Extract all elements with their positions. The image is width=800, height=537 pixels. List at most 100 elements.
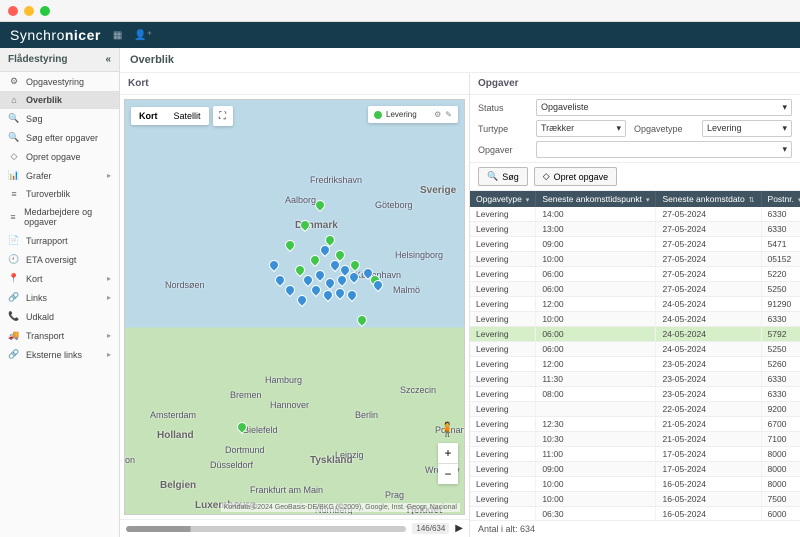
table-row[interactable]: Levering09:0027-05-20245471Odense SØAfve… (470, 237, 800, 252)
map-pin-delivery[interactable] (143, 513, 157, 515)
fullscreen-icon[interactable]: ⛶ (213, 106, 233, 126)
close-window-icon[interactable] (8, 6, 18, 16)
timeline-play-icon[interactable]: ▶ (455, 523, 463, 534)
table-cell: 6330 (761, 222, 800, 237)
map-pin-delivery[interactable] (308, 253, 322, 267)
table-row[interactable]: Levering10:0016-05-20248000Århus CAfvent… (470, 477, 800, 492)
table-row[interactable]: Levering11:0017-05-20248000Århus CAfvent… (470, 447, 800, 462)
table-row[interactable]: Levering08:0023-05-20246330PadborgAfvent… (470, 387, 800, 402)
sidebar-item-10[interactable]: 📍Kort▸ (0, 269, 119, 288)
chevron-right-icon: ▸ (107, 350, 111, 359)
sidebar-item-0[interactable]: ⚙Opgavestyring (0, 72, 119, 91)
table-row[interactable]: Levering06:0024-05-20245250Odense SVAfve… (470, 342, 800, 357)
map-canvas[interactable]: Kort Satellit ⛶ Levering ⚙ (124, 99, 465, 515)
column-header[interactable]: Seneste ankomstdato ⇅ (656, 191, 761, 207)
search-button[interactable]: 🔍Søg (478, 167, 528, 186)
sidebar-item-8[interactable]: 📄Turrapport (0, 231, 119, 250)
table-row[interactable]: Levering11:3023-05-20246330PadborgAfvent… (470, 372, 800, 387)
filter-turtype-select[interactable]: Trækker▾ (536, 120, 626, 137)
filter-opgaver-select[interactable]: ▾ (536, 141, 792, 158)
streetview-pegman-icon[interactable]: 🧍 (439, 421, 456, 438)
table-cell: 08:00 (536, 387, 656, 402)
sidebar-item-14[interactable]: 🔗Eksterne links▸ (0, 345, 119, 364)
table-row[interactable]: Levering10:3021-05-20247100VejleAfventer (470, 432, 800, 447)
table-row[interactable]: Levering22-05-20249200Aalborg SVAfventer (470, 402, 800, 417)
task-filters: Status Opgaveliste▾ Turtype Trækker▾ Opg… (470, 95, 800, 163)
legend-edit-icon[interactable]: ✎ (445, 110, 452, 119)
sidebar-item-4[interactable]: ◇Opret opgave (0, 147, 119, 166)
table-cell: 27-05-2024 (656, 252, 761, 267)
table-cell: 05152 (761, 252, 800, 267)
sidebar-item-5[interactable]: 📊Grafer▸ (0, 166, 119, 185)
table-cell: 8000 (761, 477, 800, 492)
sidebar-item-icon: 🔗 (8, 292, 20, 303)
sidebar-item-3[interactable]: 🔍Søg efter opgaver (0, 128, 119, 147)
sidebar-item-icon: ⌂ (8, 95, 20, 105)
column-header[interactable]: Seneste ankomsttidspunkt ▾ (536, 191, 656, 207)
map-pin-vehicle[interactable] (323, 276, 337, 290)
table-cell: 22-05-2024 (656, 402, 761, 417)
map-tab-map[interactable]: Kort (131, 107, 166, 125)
timeline-slider[interactable] (126, 526, 406, 532)
user-add-icon[interactable]: 👤⁺ (134, 30, 152, 41)
sidebar-item-label: Kort (26, 274, 43, 284)
map-type-segmented[interactable]: Kort Satellit (131, 107, 209, 125)
legend-gear-icon[interactable]: ⚙ (434, 110, 441, 119)
map-pin-vehicle[interactable] (295, 293, 309, 307)
map-pin-vehicle[interactable] (283, 283, 297, 297)
map-pin-vehicle[interactable] (267, 258, 281, 272)
tasks-grid[interactable]: Opgavetype ▾Seneste ankomsttidspunkt ▾Se… (470, 191, 800, 520)
table-row[interactable]: Levering12:0024-05-202491290ARPAJONAfven… (470, 297, 800, 312)
table-row[interactable]: Levering06:0027-05-20245250Odense SVAfve… (470, 282, 800, 297)
zoom-out-button[interactable]: − (438, 464, 458, 484)
table-cell: 5471 (761, 237, 800, 252)
table-row[interactable]: Levering06:0027-05-20245220Odense SVAfve… (470, 267, 800, 282)
table-cell: Levering (470, 237, 536, 252)
sidebar-item-7[interactable]: ≡Medarbejdere og opgaver (0, 203, 119, 231)
map-place-label: Holland (157, 430, 194, 441)
sidebar-item-1[interactable]: ⌂Overblik (0, 91, 119, 109)
table-cell: 8000 (761, 462, 800, 477)
sidebar-item-9[interactable]: 🕘ETA oversigt (0, 250, 119, 269)
table-row[interactable]: Levering12:3021-05-20246700EsbjergAfvent… (470, 417, 800, 432)
table-cell: Levering (470, 297, 536, 312)
map-pin-delivery[interactable] (283, 238, 297, 252)
map-pin-vehicle[interactable] (333, 286, 347, 300)
table-cell: 16-05-2024 (656, 477, 761, 492)
table-cell: 12:30 (536, 417, 656, 432)
sidebar-item-13[interactable]: 🚚Transport▸ (0, 326, 119, 345)
table-row[interactable]: Levering06:3016-05-20246000KoldingAfvent… (470, 507, 800, 521)
filter-status-select[interactable]: Opgaveliste▾ (536, 99, 792, 116)
map-place-label: Sverige (420, 185, 456, 196)
sidebar-item-11[interactable]: 🔗Links▸ (0, 288, 119, 307)
map-pin-vehicle[interactable] (309, 283, 323, 297)
table-row[interactable]: Levering13:0027-05-20246330PadborgAfvent… (470, 222, 800, 237)
column-header[interactable]: Opgavetype ▾ (470, 191, 536, 207)
table-row[interactable]: Levering10:0027-05-202405152CZOSNOWAfven… (470, 252, 800, 267)
map-pin-vehicle[interactable] (345, 288, 359, 302)
plus-icon: ◇ (543, 171, 550, 182)
maximize-window-icon[interactable] (40, 6, 50, 16)
table-row[interactable]: Levering14:0027-05-20246330PadborgIgangs… (470, 207, 800, 222)
topbar: Synchronicer ▦ 👤⁺ (0, 22, 800, 48)
map-pin-vehicle[interactable] (321, 288, 335, 302)
table-row[interactable]: Levering06:0024-05-20245792ÅrslevAfvente… (470, 327, 800, 342)
table-row[interactable]: Levering10:0024-05-20246330PadborgAfvent… (470, 312, 800, 327)
filter-opgavetype-select[interactable]: Levering▾ (702, 120, 792, 137)
map-pin-delivery[interactable] (355, 313, 369, 327)
table-row[interactable]: Levering09:0017-05-20248000Århus CAfvent… (470, 462, 800, 477)
column-header[interactable]: Postnr. ▾ (761, 191, 800, 207)
map-tab-satellite[interactable]: Satellit (166, 107, 209, 125)
minimize-window-icon[interactable] (24, 6, 34, 16)
table-row[interactable]: Levering12:0023-05-20245260Odense SAfven… (470, 357, 800, 372)
collapse-sidebar-icon[interactable]: « (105, 54, 111, 65)
sidebar-item-2[interactable]: 🔍Søg (0, 109, 119, 128)
grid-menu-icon[interactable]: ▦ (113, 30, 122, 41)
create-task-button[interactable]: ◇Opret opgave (534, 167, 617, 186)
sidebar-item-6[interactable]: ≡Turoverblik (0, 185, 119, 203)
sidebar-item-12[interactable]: 📞Udkald (0, 307, 119, 326)
table-row[interactable]: Levering10:0016-05-20247500HolstebroAfve… (470, 492, 800, 507)
map-pin-vehicle[interactable] (273, 273, 287, 287)
zoom-in-button[interactable]: + (438, 443, 458, 463)
sidebar-title: Flådestyring (8, 54, 67, 65)
